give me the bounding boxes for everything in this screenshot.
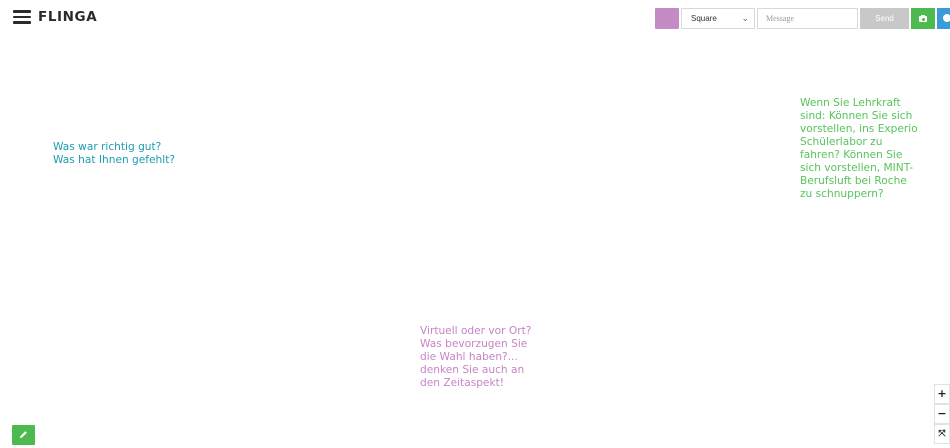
zoom-in-button[interactable]: + <box>934 384 950 404</box>
hamburger-menu-icon[interactable] <box>13 10 31 24</box>
fit-to-screen-button[interactable]: ⤧ <box>934 424 950 444</box>
zoom-controls: + − ⤧ <box>934 384 950 444</box>
pencil-icon <box>19 431 27 439</box>
color-picker-swatch[interactable] <box>655 8 679 29</box>
chevron-down-icon: ⌄ <box>741 13 749 23</box>
info-icon <box>943 14 950 22</box>
send-button[interactable]: Send <box>860 8 909 29</box>
top-toolbar: FLINGA Square ⌄ Send <box>0 0 950 34</box>
sticky-note-virtual-or-onsite[interactable]: Virtuell oder vor Ort? Was bevorzugen Si… <box>420 325 545 390</box>
sticky-note-feedback[interactable]: Was war richtig gut? Was hat Ihnen gefeh… <box>53 141 213 167</box>
camera-button[interactable] <box>911 8 935 29</box>
message-input[interactable] <box>757 8 858 29</box>
sticky-note-teacher-question[interactable]: Wenn Sie Lehrkraft sind: Können Sie sich… <box>800 97 925 201</box>
app-logo: FLINGA <box>38 9 98 25</box>
shape-select[interactable]: Square ⌄ <box>681 8 755 29</box>
draw-button[interactable] <box>12 425 35 445</box>
shape-select-value: Square <box>691 14 717 23</box>
info-button[interactable] <box>937 8 950 29</box>
zoom-out-button[interactable]: − <box>934 404 950 424</box>
